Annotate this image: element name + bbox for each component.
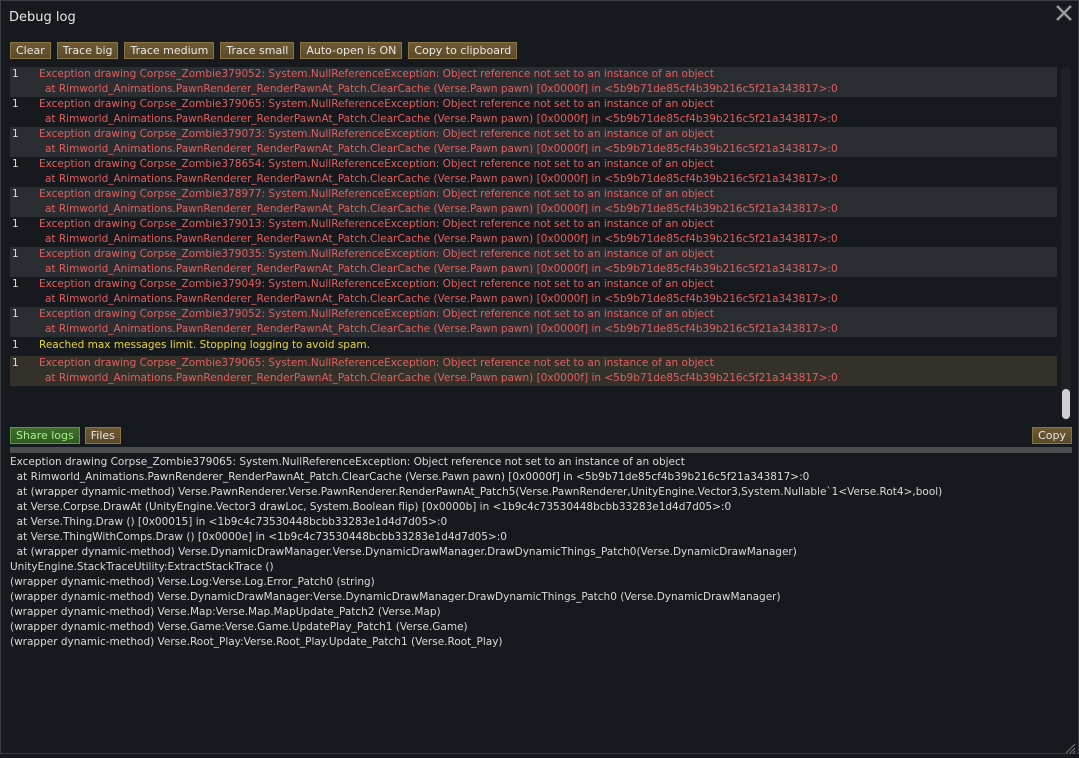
details-line: at Verse.Corpse.DrawAt (UnityEngine.Vect…: [10, 501, 732, 513]
log-entry-count: 1: [12, 248, 19, 260]
log-entry-trace: at Rimworld_Animations.PawnRenderer_Rend…: [45, 372, 838, 384]
log-message-list: 1 Exception drawing Corpse_Zombie379052:…: [10, 67, 1057, 422]
clear-button[interactable]: Clear: [10, 42, 51, 59]
log-entry-trace: at Rimworld_Animations.PawnRenderer_Rend…: [45, 263, 838, 275]
details-line: (wrapper dynamic-method) Verse.DynamicDr…: [10, 591, 781, 603]
files-button[interactable]: Files: [84, 427, 121, 444]
log-entry[interactable]: 1 Exception drawing Corpse_Zombie379049:…: [10, 277, 1057, 307]
log-entry-count: 1: [12, 339, 19, 351]
log-entry-trace: at Rimworld_Animations.PawnRenderer_Rend…: [45, 143, 838, 155]
log-entry-trace: at Rimworld_Animations.PawnRenderer_Rend…: [45, 113, 838, 125]
details-line: (wrapper dynamic-method) Verse.Log:Verse…: [10, 576, 375, 588]
log-entry-count: 1: [12, 98, 19, 110]
log-entry[interactable]: 1 Exception drawing Corpse_Zombie378977:…: [10, 187, 1057, 217]
log-entry-trace: at Rimworld_Animations.PawnRenderer_Rend…: [45, 203, 838, 215]
details-line: (wrapper dynamic-method) Verse.Game:Vers…: [10, 621, 468, 633]
log-entry-message: Exception drawing Corpse_Zombie379035: S…: [39, 248, 714, 260]
copy-button[interactable]: Copy: [1032, 427, 1072, 444]
details-line: (wrapper dynamic-method) Verse.Root_Play…: [10, 636, 503, 648]
share-logs-button[interactable]: Share logs: [10, 427, 80, 444]
log-entry-count: 1: [12, 188, 19, 200]
panel-divider[interactable]: [10, 447, 1072, 453]
details-line: at (wrapper dynamic-method) Verse.Dynami…: [10, 546, 797, 558]
log-entry[interactable]: 1 Exception drawing Corpse_Zombie379065:…: [10, 97, 1057, 127]
window-title: Debug log: [9, 10, 76, 25]
resize-grip-icon[interactable]: [1064, 739, 1076, 754]
auto-open-toggle-button[interactable]: Auto-open is ON: [300, 42, 403, 59]
toolbar: Clear Trace big Trace medium Trace small…: [10, 42, 518, 59]
log-entry-message: Exception drawing Corpse_Zombie379065: S…: [39, 98, 714, 110]
log-entry[interactable]: 1 Exception drawing Corpse_Zombie379052:…: [10, 307, 1057, 337]
debug-log-window: Debug log Clear Trace big Trace medium T…: [0, 0, 1079, 754]
log-entry-trace: at Rimworld_Animations.PawnRenderer_Rend…: [45, 173, 838, 185]
log-entry[interactable]: 1 Exception drawing Corpse_Zombie379035:…: [10, 247, 1057, 277]
trace-medium-button[interactable]: Trace medium: [124, 42, 215, 59]
details-line: at Rimworld_Animations.PawnRenderer_Rend…: [10, 471, 810, 483]
log-entry-trace: at Rimworld_Animations.PawnRenderer_Rend…: [45, 323, 838, 335]
log-entry-count: 1: [12, 128, 19, 140]
details-line: UnityEngine.StackTraceUtility:ExtractSta…: [10, 561, 274, 573]
log-entry-message: Exception drawing Corpse_Zombie379073: S…: [39, 128, 714, 140]
copy-to-clipboard-button[interactable]: Copy to clipboard: [408, 42, 518, 59]
log-entry[interactable]: 1 Exception drawing Corpse_Zombie379073:…: [10, 127, 1057, 157]
log-scrollbar[interactable]: [1061, 67, 1071, 421]
trace-small-button[interactable]: Trace small: [220, 42, 295, 59]
log-entry[interactable]: 1 Exception drawing Corpse_Zombie379052:…: [10, 67, 1057, 97]
log-entry[interactable]: 1 Exception drawing Corpse_Zombie378654:…: [10, 157, 1057, 187]
log-entry-message: Exception drawing Corpse_Zombie379052: S…: [39, 308, 714, 320]
log-details-panel: Exception drawing Corpse_Zombie379065: S…: [10, 455, 1070, 747]
trace-big-button[interactable]: Trace big: [56, 42, 119, 59]
log-entry-count: 1: [12, 308, 19, 320]
close-icon[interactable]: [1054, 3, 1074, 23]
log-entry-trace: at Rimworld_Animations.PawnRenderer_Rend…: [45, 233, 838, 245]
log-entry-trace: at Rimworld_Animations.PawnRenderer_Rend…: [45, 293, 838, 305]
log-entry-message: Exception drawing Corpse_Zombie378654: S…: [39, 158, 714, 170]
log-entry-message: Exception drawing Corpse_Zombie379052: S…: [39, 68, 714, 80]
details-line: at (wrapper dynamic-method) Verse.PawnRe…: [10, 486, 943, 498]
log-entry-trace: at Rimworld_Animations.PawnRenderer_Rend…: [45, 83, 838, 95]
log-entry-message: Exception drawing Corpse_Zombie379065: S…: [39, 357, 714, 369]
details-line: (wrapper dynamic-method) Verse.Map:Verse…: [10, 606, 441, 618]
log-entry-warning[interactable]: 1 Reached max messages limit. Stopping l…: [10, 338, 1057, 353]
log-entry-count: 1: [12, 357, 19, 369]
details-line: at Verse.Thing.Draw () [0x00015] in <1b9…: [10, 516, 448, 528]
details-line: Exception drawing Corpse_Zombie379065: S…: [10, 456, 685, 468]
details-line: at Verse.ThingWithComps.Draw () [0x0000e…: [10, 531, 507, 543]
bottom-bar: Share logs Files Copy: [10, 427, 1072, 444]
scrollbar-thumb[interactable]: [1062, 389, 1070, 419]
log-entry-count: 1: [12, 218, 19, 230]
log-entry[interactable]: 1 Exception drawing Corpse_Zombie379013:…: [10, 217, 1057, 247]
log-entry-message: Exception drawing Corpse_Zombie378977: S…: [39, 188, 714, 200]
log-entry-count: 1: [12, 278, 19, 290]
log-entry-message: Exception drawing Corpse_Zombie379049: S…: [39, 278, 714, 290]
log-entry-selected[interactable]: 1 Exception drawing Corpse_Zombie379065:…: [10, 356, 1057, 386]
log-entry-count: 1: [12, 158, 19, 170]
log-entry-message: Reached max messages limit. Stopping log…: [39, 339, 370, 351]
log-entry-message: Exception drawing Corpse_Zombie379013: S…: [39, 218, 714, 230]
log-entry-count: 1: [12, 68, 19, 80]
